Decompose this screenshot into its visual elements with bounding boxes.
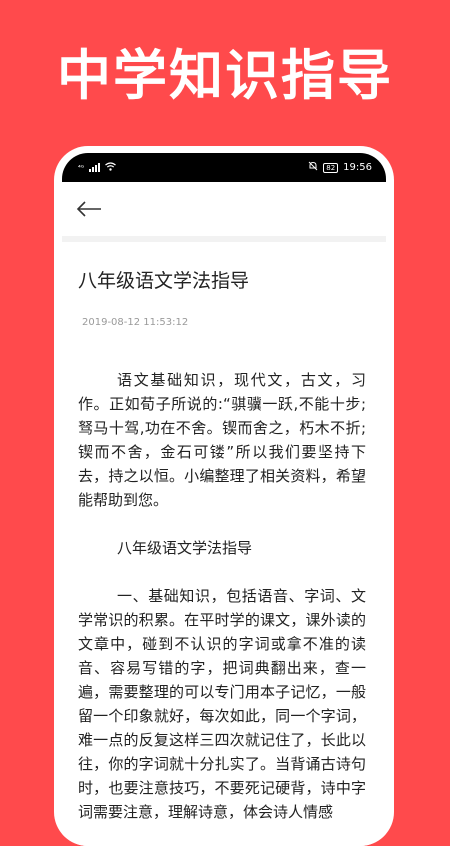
phone-screen: ⁴ᴳ 82 19:56 八年级语文学法指导 2019-08-12 11:53:1… — [62, 153, 386, 846]
article-body: 语文基础知识，现代文，古文，习作。正如荀子所说的:“骐骥一跃,不能十步;驽马十驾… — [78, 368, 366, 824]
article-paragraph: 一、基础知识，包括语音、字词、文学常识的积累。在平时学的课文，课外读的文章中，碰… — [78, 587, 366, 821]
phone-frame: ⁴ᴳ 82 19:56 八年级语文学法指导 2019-08-12 11:53:1… — [54, 146, 394, 846]
status-time: 19:56 — [343, 162, 372, 173]
wifi-icon — [105, 161, 117, 174]
signal-icon — [89, 163, 101, 172]
article-paragraph: 语文基础知识，现代文，古文，习作。正如荀子所说的:“骐骥一跃,不能十步;驽马十驾… — [78, 371, 366, 509]
article-content: 八年级语文学法指导 2019-08-12 11:53:12 语文基础知识，现代文… — [62, 236, 386, 824]
article-subheading: 八年级语文学法指导 — [117, 539, 253, 557]
status-bar: ⁴ᴳ 82 19:56 — [62, 153, 386, 182]
mute-icon — [308, 161, 318, 174]
banner-title: 中学知识指导 — [57, 44, 393, 107]
article-date: 2019-08-12 11:53:12 — [82, 317, 189, 328]
network-label: ⁴ᴳ — [78, 163, 85, 172]
arrow-left-icon[interactable] — [76, 195, 104, 223]
app-bar — [62, 182, 386, 236]
battery-icon: 82 — [323, 162, 339, 173]
status-right: 82 19:56 — [308, 161, 372, 174]
status-left: ⁴ᴳ — [78, 161, 117, 174]
article-title: 八年级语文学法指导 — [78, 270, 250, 292]
